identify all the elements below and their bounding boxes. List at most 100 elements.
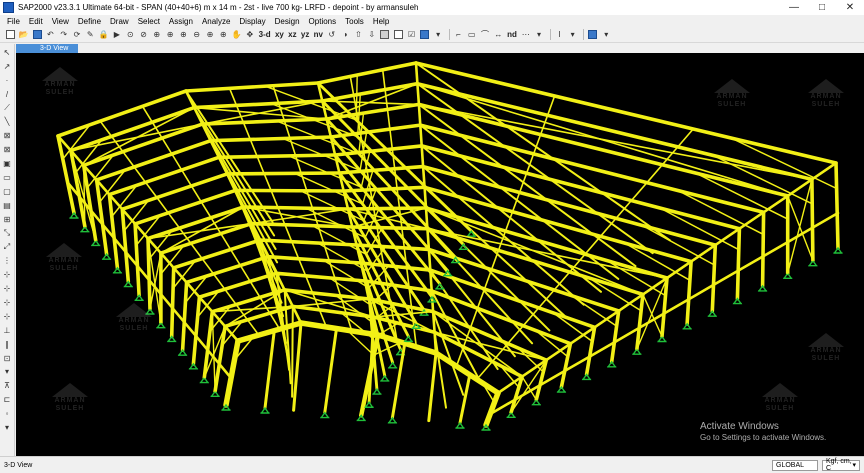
column-right [760, 210, 766, 288]
units-dropdown[interactable]: Kgf, cm, C ▾ [822, 458, 860, 472]
reshape-icon[interactable]: ↗ [2, 61, 13, 72]
assign-restraint-icon[interactable]: ⊼ [2, 380, 13, 391]
section-icon[interactable]: I [554, 29, 565, 40]
draw-frame-icon[interactable]: ⌐ [453, 29, 464, 40]
rafter [184, 81, 320, 93]
watermark-text: ARMAN SULEH [54, 397, 86, 412]
assign-section-icon[interactable]: ⊏ [2, 394, 13, 405]
draw-point-icon[interactable]: · [2, 75, 13, 86]
draw-area-icon[interactable]: ▣ [2, 158, 13, 169]
display-grid-icon[interactable] [587, 29, 598, 40]
window-icon[interactable] [419, 29, 430, 40]
model-viewport-3d[interactable]: ARMAN SULEH ARMAN SULEH ARMAN SULEH ARMAN SU… [16, 53, 864, 456]
dimension-icon[interactable]: ↔ [493, 29, 504, 40]
zoom-out-icon[interactable]: ⊖ [191, 29, 202, 40]
view-3d-button[interactable]: 3-d [258, 29, 272, 40]
view-nv-button[interactable]: nv [313, 29, 324, 40]
draw-solid-icon[interactable]: ▤ [2, 200, 13, 211]
zoom-full-icon[interactable]: ⊕ [204, 29, 215, 40]
snap-fine-grid-icon[interactable]: ⊡ [2, 353, 13, 364]
snap-node-button[interactable]: nd [506, 29, 518, 40]
design-icon[interactable]: ⊘ [138, 29, 149, 40]
watermark-roof-icon [52, 383, 88, 397]
select-previous-icon[interactable]: ⤡ [2, 228, 13, 239]
run-analysis-icon[interactable]: ▶ [111, 29, 122, 40]
menu-file[interactable]: File [7, 17, 20, 26]
rotate-3d-icon[interactable]: ✥ [244, 29, 255, 40]
draw-rectangle-icon[interactable]: ▭ [466, 29, 477, 40]
view-yz-button[interactable]: yz [300, 29, 310, 40]
refresh-icon[interactable]: ⟳ [71, 29, 82, 40]
quick-draw-frame-icon[interactable]: ⊠ [2, 130, 13, 141]
set-display-options-icon[interactable] [393, 29, 404, 40]
clear-selection-icon[interactable]: ⤢ [2, 241, 13, 252]
snap-middle-icon[interactable]: ⊹ [2, 297, 13, 308]
menu-help[interactable]: Help [373, 17, 389, 26]
view-xz-button[interactable]: xz [287, 29, 297, 40]
menu-design[interactable]: Design [275, 17, 300, 26]
menu-view[interactable]: View [52, 17, 69, 26]
support-restraint-icon [177, 348, 188, 356]
quick-draw-area-icon[interactable]: ▢ [2, 186, 13, 197]
menu-assign[interactable]: Assign [169, 17, 193, 26]
move-up-icon[interactable]: ⇧ [353, 29, 364, 40]
move-down-icon[interactable]: ⇩ [366, 29, 377, 40]
redo-icon[interactable]: ↷ [58, 29, 69, 40]
snap-points-icon[interactable]: ⊹ [2, 269, 13, 280]
undo-icon[interactable]: ↶ [45, 29, 56, 40]
display-options-icon[interactable] [379, 29, 390, 40]
snap-intersection-icon[interactable]: ⊹ [2, 311, 13, 322]
assign-release-icon[interactable]: ◦ [2, 408, 13, 419]
maximize-button[interactable]: □ [808, 0, 836, 15]
menu-define[interactable]: Define [78, 17, 101, 26]
minimize-button[interactable]: — [780, 0, 808, 15]
check-box-icon[interactable]: ☑ [406, 29, 417, 40]
perspective-icon[interactable]: ◑ [340, 29, 351, 40]
save-icon[interactable] [32, 29, 43, 40]
open-file-icon[interactable]: 📂 [18, 29, 29, 40]
close-button[interactable]: ✕ [836, 0, 864, 15]
menu-display[interactable]: Display [239, 17, 265, 26]
zoom-in-icon[interactable]: ⊕ [178, 29, 189, 40]
snap-ends-icon[interactable]: ⊹ [2, 283, 13, 294]
menu-options[interactable]: Options [309, 17, 337, 26]
dropdown-arrow-icon[interactable]: ▾ [433, 29, 444, 40]
menu-analyze[interactable]: Analyze [202, 17, 230, 26]
quick-draw-braces-icon[interactable]: ⊠ [2, 144, 13, 155]
zoom-restore-icon[interactable]: ⊕ [165, 29, 176, 40]
snap-options-icon[interactable]: ⋯ [520, 29, 531, 40]
draw-rectangular-area-icon[interactable]: ▭ [2, 172, 13, 183]
menu-select[interactable]: Select [138, 17, 160, 26]
section-dropdown-icon[interactable]: ▾ [567, 29, 578, 40]
watermark-text: ARMAN SULEH [716, 93, 748, 108]
snap-dropdown-icon[interactable]: ▾ [534, 29, 545, 40]
pan-icon[interactable]: ✋ [231, 29, 242, 40]
draw-special-joint-icon[interactable]: ⟋ [2, 103, 13, 114]
lock-icon[interactable]: 🔒 [98, 29, 109, 40]
units-value: Kgf, cm, C [826, 458, 852, 472]
new-file-icon[interactable] [5, 29, 16, 40]
menu-edit[interactable]: Edit [29, 17, 43, 26]
draw-frame-cable-icon[interactable]: ╲ [2, 116, 13, 127]
draw-curved-frame-icon[interactable]: ⌒ [480, 29, 491, 40]
menu-draw[interactable]: Draw [110, 17, 129, 26]
snap-perpendicular-icon[interactable]: ⊥ [2, 325, 13, 336]
menu-tools[interactable]: Tools [345, 17, 364, 26]
coordinate-system-dropdown[interactable]: GLOBAL [772, 459, 818, 471]
pointer-icon[interactable]: ↖ [2, 47, 13, 58]
run-step-icon[interactable]: ⊙ [125, 29, 136, 40]
select-all-icon[interactable]: ⊞ [2, 214, 13, 225]
snap-lines-icon[interactable]: ∥ [2, 339, 13, 350]
intersecting-line-icon[interactable]: ⋮ [2, 255, 13, 266]
snap-dropdown-icon[interactable]: ▾ [2, 366, 13, 377]
zoom-window-icon[interactable]: ⊕ [151, 29, 162, 40]
more-tools-icon[interactable]: ▾ [2, 422, 13, 433]
display-grid-dropdown-icon[interactable]: ▾ [601, 29, 612, 40]
rotate-left-icon[interactable]: ↺ [326, 29, 337, 40]
view-xy-button[interactable]: xy [274, 29, 285, 40]
tab-3d-view[interactable]: 3-D View [16, 44, 78, 53]
zoom-previous-icon[interactable]: ⊕ [218, 29, 229, 40]
draw-line-icon[interactable]: / [2, 89, 13, 100]
roof-purlin [339, 295, 348, 315]
pencil-icon[interactable]: ✎ [85, 29, 96, 40]
